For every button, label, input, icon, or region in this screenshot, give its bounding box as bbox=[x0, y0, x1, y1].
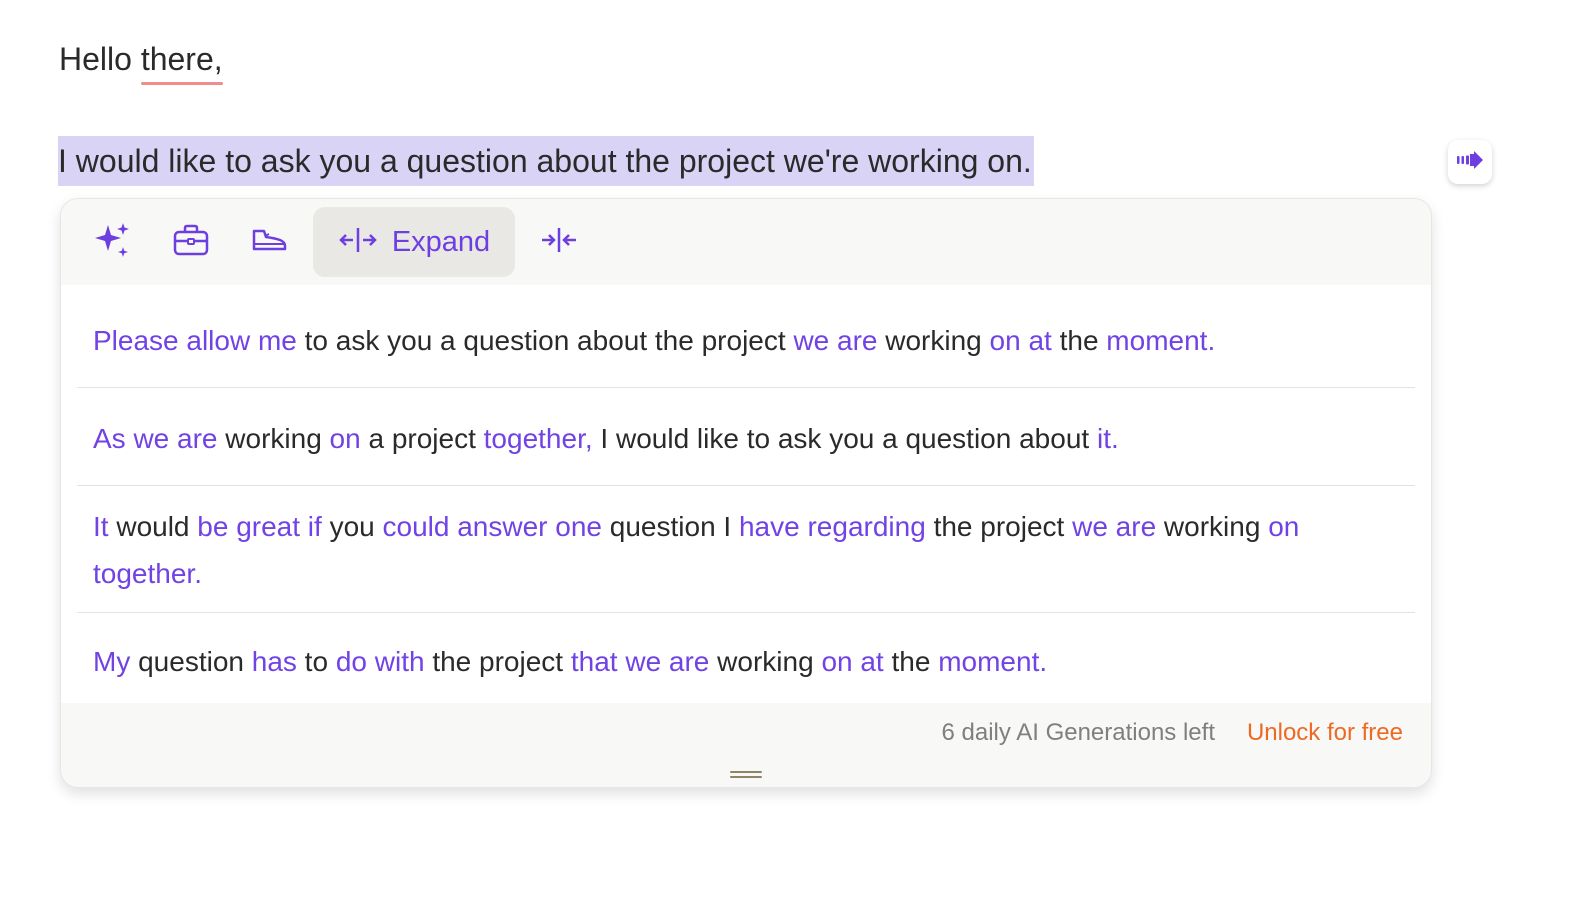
suggestion-item[interactable]: Please allow me to ask you a question ab… bbox=[77, 295, 1415, 388]
tool-casual-button[interactable] bbox=[241, 207, 297, 277]
changed-text: My bbox=[93, 646, 131, 677]
tool-improve-button[interactable] bbox=[85, 207, 141, 277]
changed-text: we are bbox=[793, 325, 878, 356]
unchanged-text: working bbox=[709, 646, 822, 677]
changed-text: It bbox=[93, 511, 109, 542]
changed-text: have regarding bbox=[738, 511, 926, 542]
greeting-text: Hello bbox=[59, 41, 141, 77]
unlock-link[interactable]: Unlock for free bbox=[1247, 719, 1403, 747]
panel-footer: 6 daily AI Generations left Unlock for f… bbox=[61, 703, 1431, 787]
changed-text: it. bbox=[1096, 423, 1119, 454]
changed-text: together, bbox=[483, 423, 593, 454]
unchanged-text: to ask you a question about the project bbox=[296, 325, 794, 356]
unchanged-text: working bbox=[1156, 511, 1269, 542]
resize-handle[interactable] bbox=[730, 771, 762, 779]
changed-text: on bbox=[329, 423, 361, 454]
changed-text: Please allow me bbox=[93, 325, 297, 356]
casual-shoe-icon bbox=[250, 225, 288, 260]
unchanged-text: working bbox=[217, 423, 330, 454]
greeting-flagged-word[interactable]: there, bbox=[140, 36, 223, 85]
suggestion-item[interactable]: My question has to do with the project t… bbox=[77, 614, 1415, 703]
unchanged-text: I would like to ask you a question about bbox=[592, 423, 1097, 454]
rephrase-panel: Expand Please allow me to ask you a ques… bbox=[60, 198, 1432, 788]
selected-sentence[interactable]: I would like to ask you a question about… bbox=[58, 136, 1034, 186]
changed-text: has bbox=[251, 646, 297, 677]
changed-text: moment. bbox=[938, 646, 1048, 677]
changed-text: we are bbox=[1072, 511, 1157, 542]
suggestion-item[interactable]: It would be great if you could answer on… bbox=[77, 487, 1415, 613]
arrow-right-icon bbox=[1456, 149, 1484, 176]
changed-text: do with bbox=[335, 646, 425, 677]
changed-text: that we are bbox=[570, 646, 710, 677]
tool-expand-button[interactable]: Expand bbox=[313, 207, 515, 277]
unchanged-text: to bbox=[296, 646, 336, 677]
changed-text: be great if bbox=[197, 511, 322, 542]
greeting-line[interactable]: Hello there, bbox=[59, 36, 223, 85]
tool-formal-button[interactable] bbox=[163, 207, 219, 277]
suggestion-item[interactable]: As we are working on a project together,… bbox=[77, 389, 1415, 486]
tool-expand-label: Expand bbox=[391, 225, 491, 258]
unchanged-text: question bbox=[130, 646, 252, 677]
unchanged-text: would bbox=[108, 511, 198, 542]
changed-text: could answer one bbox=[382, 511, 602, 542]
unchanged-text: you bbox=[321, 511, 383, 542]
changed-text: on at bbox=[821, 646, 884, 677]
rewrite-trigger-button[interactable] bbox=[1448, 140, 1492, 184]
rephrase-toolbar: Expand bbox=[61, 199, 1431, 285]
editor-page: Hello there, I would like to ask you a q… bbox=[0, 0, 1590, 918]
unchanged-text: working bbox=[877, 325, 990, 356]
generations-left-text: 6 daily AI Generations left bbox=[941, 719, 1216, 746]
briefcase-icon bbox=[172, 223, 210, 262]
unchanged-text: the bbox=[883, 646, 939, 677]
changed-text: As we are bbox=[93, 423, 218, 454]
changed-text: moment. bbox=[1106, 325, 1216, 356]
suggestion-list: Please allow me to ask you a question ab… bbox=[61, 285, 1431, 703]
unchanged-text: a project bbox=[360, 423, 484, 454]
sparkles-icon bbox=[93, 220, 133, 265]
unchanged-text: the project bbox=[925, 511, 1073, 542]
tool-shorten-button[interactable] bbox=[531, 207, 587, 277]
unchanged-text: question I bbox=[602, 511, 739, 542]
changed-text: on at bbox=[989, 325, 1052, 356]
unchanged-text: the bbox=[1051, 325, 1107, 356]
expand-arrows-icon bbox=[338, 225, 378, 260]
unchanged-text: the project bbox=[424, 646, 571, 677]
shorten-arrows-icon bbox=[539, 225, 579, 260]
